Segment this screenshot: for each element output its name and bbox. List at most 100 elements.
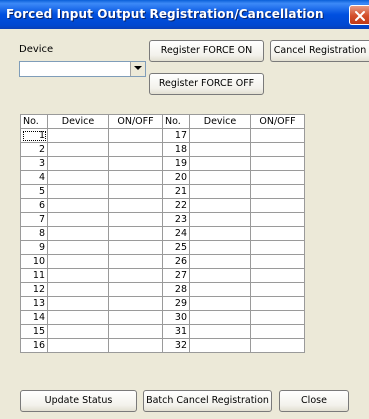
row-number: 30 <box>162 310 190 325</box>
device-cell[interactable] <box>47 212 109 227</box>
device-cell[interactable] <box>189 296 251 311</box>
onoff-cell[interactable] <box>108 142 163 157</box>
row-number: 26 <box>162 254 190 269</box>
device-cell[interactable] <box>47 198 109 213</box>
device-cell[interactable] <box>189 156 251 171</box>
device-cell[interactable] <box>189 338 251 353</box>
row-number: 25 <box>162 240 190 255</box>
table-row: 7 23 <box>20 212 305 227</box>
onoff-cell[interactable] <box>250 324 305 339</box>
device-label: Device <box>19 44 54 55</box>
device-cell[interactable] <box>47 254 109 269</box>
device-cell[interactable] <box>47 338 109 353</box>
row-number: 8 <box>20 226 48 241</box>
onoff-cell[interactable] <box>250 310 305 325</box>
onoff-cell[interactable] <box>108 338 163 353</box>
row-number: 19 <box>162 156 190 171</box>
onoff-cell[interactable] <box>250 226 305 241</box>
cancel-registration-button[interactable]: Cancel Registration <box>270 40 369 62</box>
row-number: 10 <box>20 254 48 269</box>
table-row: 12 28 <box>20 282 305 297</box>
device-cell[interactable] <box>189 198 251 213</box>
device-cell[interactable] <box>189 268 251 283</box>
batch-cancel-registration-button[interactable]: Batch Cancel Registration <box>143 390 272 412</box>
onoff-cell[interactable] <box>250 338 305 353</box>
row-number: 27 <box>162 268 190 283</box>
device-combo[interactable] <box>19 61 146 77</box>
row-number: 18 <box>162 142 190 157</box>
device-cell[interactable] <box>47 184 109 199</box>
device-cell[interactable] <box>189 128 251 143</box>
onoff-cell[interactable] <box>108 198 163 213</box>
col-header-no: No. <box>20 114 48 129</box>
close-button[interactable]: Close <box>279 390 349 412</box>
close-icon <box>355 11 365 21</box>
device-cell[interactable] <box>47 310 109 325</box>
col-header-no: No. <box>162 114 190 129</box>
onoff-cell[interactable] <box>250 128 305 143</box>
onoff-cell[interactable] <box>108 128 163 143</box>
table-row: 4 20 <box>20 170 305 185</box>
table-row: 9 25 <box>20 240 305 255</box>
onoff-cell[interactable] <box>108 240 163 255</box>
onoff-cell[interactable] <box>108 268 163 283</box>
row-number: 31 <box>162 324 190 339</box>
onoff-cell[interactable] <box>250 184 305 199</box>
update-status-button[interactable]: Update Status <box>20 390 137 412</box>
device-cell[interactable] <box>47 296 109 311</box>
onoff-cell[interactable] <box>108 184 163 199</box>
device-cell[interactable] <box>189 310 251 325</box>
device-cell[interactable] <box>47 226 109 241</box>
row-number: 4 <box>20 170 48 185</box>
combo-dropdown-button[interactable] <box>130 62 145 76</box>
row-number: 24 <box>162 226 190 241</box>
col-header-device: Device <box>47 114 109 129</box>
table-row: 13 29 <box>20 296 305 311</box>
device-cell[interactable] <box>47 268 109 283</box>
device-cell[interactable] <box>189 184 251 199</box>
device-cell[interactable] <box>189 226 251 241</box>
device-cell[interactable] <box>47 324 109 339</box>
device-cell[interactable] <box>189 282 251 297</box>
onoff-cell[interactable] <box>108 296 163 311</box>
onoff-cell[interactable] <box>250 156 305 171</box>
device-cell[interactable] <box>47 156 109 171</box>
device-cell[interactable] <box>189 212 251 227</box>
row-number: 17 <box>162 128 190 143</box>
onoff-cell[interactable] <box>108 254 163 269</box>
onoff-cell[interactable] <box>250 198 305 213</box>
device-cell[interactable] <box>47 240 109 255</box>
device-cell[interactable] <box>189 170 251 185</box>
onoff-cell[interactable] <box>108 324 163 339</box>
row-number: 21 <box>162 184 190 199</box>
onoff-cell[interactable] <box>108 156 163 171</box>
onoff-cell[interactable] <box>250 212 305 227</box>
device-cell[interactable] <box>189 142 251 157</box>
row-number: 2 <box>20 142 48 157</box>
onoff-cell[interactable] <box>250 170 305 185</box>
register-force-on-button[interactable]: Register FORCE ON <box>149 40 264 62</box>
onoff-cell[interactable] <box>108 170 163 185</box>
onoff-cell[interactable] <box>250 240 305 255</box>
device-cell[interactable] <box>47 170 109 185</box>
row-number: 12 <box>20 282 48 297</box>
onoff-cell[interactable] <box>108 212 163 227</box>
device-cell[interactable] <box>189 324 251 339</box>
onoff-cell[interactable] <box>250 254 305 269</box>
onoff-cell[interactable] <box>108 310 163 325</box>
onoff-cell[interactable] <box>250 268 305 283</box>
device-cell[interactable] <box>47 128 109 143</box>
device-cell[interactable] <box>47 282 109 297</box>
onoff-cell[interactable] <box>250 282 305 297</box>
force-registration-table: No. Device ON/OFF No. Device ON/OFF 1 17 2… <box>20 114 305 353</box>
device-cell[interactable] <box>47 142 109 157</box>
register-force-off-button[interactable]: Register FORCE OFF <box>149 73 264 95</box>
close-window-button[interactable] <box>349 5 369 25</box>
row-number: 6 <box>20 198 48 213</box>
onoff-cell[interactable] <box>108 226 163 241</box>
onoff-cell[interactable] <box>250 142 305 157</box>
device-cell[interactable] <box>189 240 251 255</box>
onoff-cell[interactable] <box>250 296 305 311</box>
device-cell[interactable] <box>189 254 251 269</box>
onoff-cell[interactable] <box>108 282 163 297</box>
